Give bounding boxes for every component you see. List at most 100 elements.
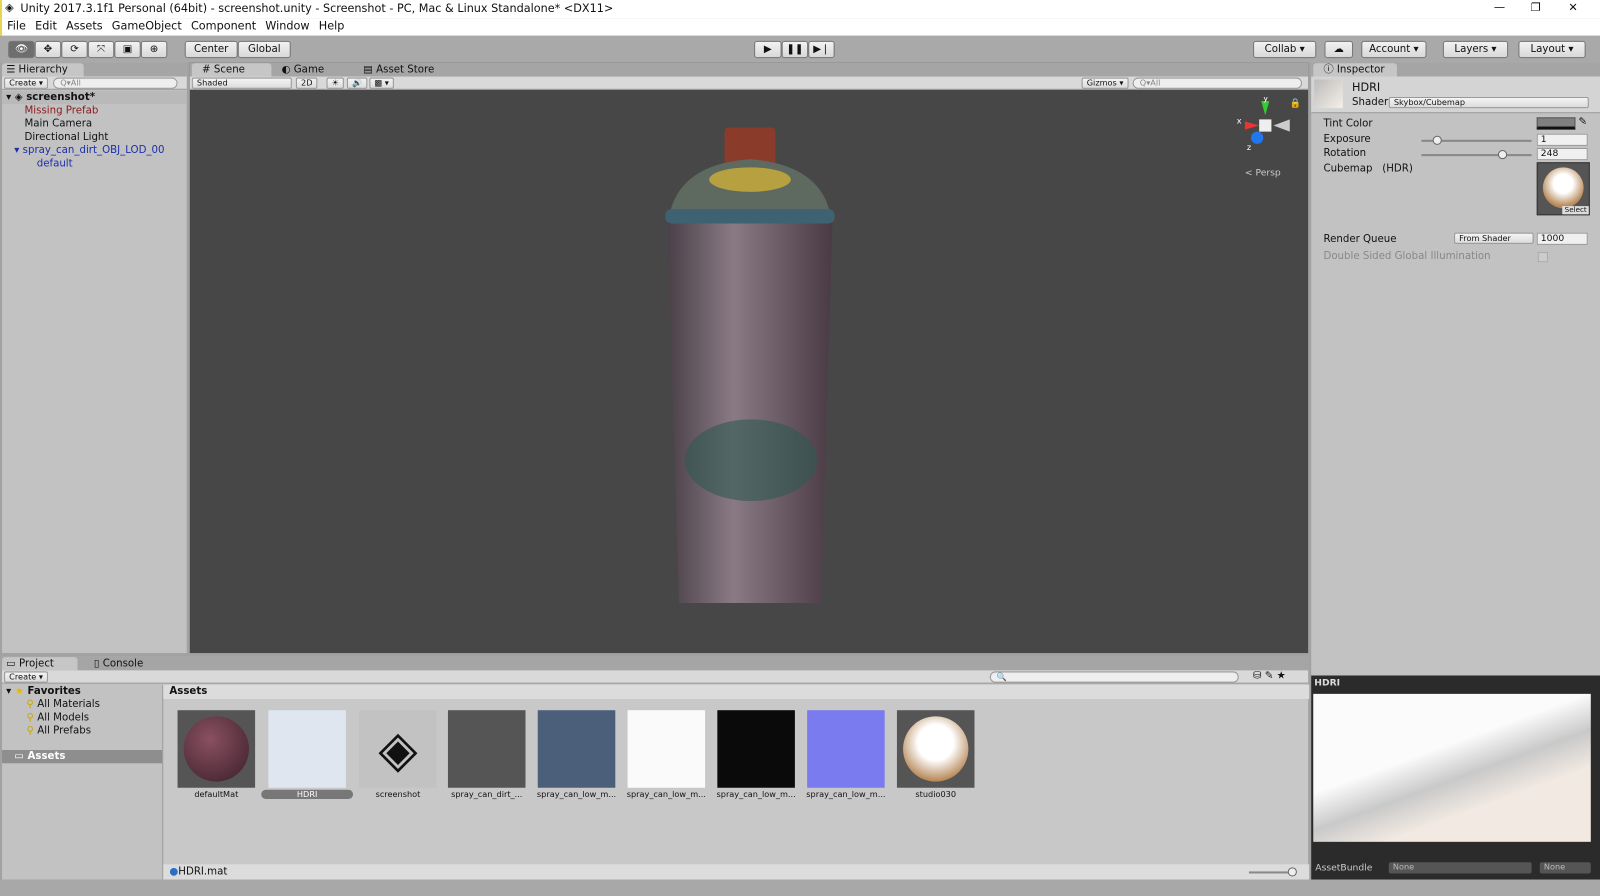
render-queue-field[interactable]: 1000 xyxy=(1536,232,1588,245)
asset-thumbnail[interactable] xyxy=(447,710,526,788)
menu-edit[interactable]: Edit xyxy=(30,18,61,32)
asset-thumbnail[interactable] xyxy=(537,710,616,788)
rect-tool-button[interactable]: ▣ xyxy=(114,40,141,59)
lighting-toggle[interactable]: ☀ xyxy=(326,77,345,89)
cloud-icon[interactable]: ☁ xyxy=(1324,40,1354,59)
maximize-button[interactable]: ❐ xyxy=(1531,1,1541,14)
asset-label[interactable]: spray_can_low_m... xyxy=(531,790,623,799)
pivot-center-button[interactable]: Center xyxy=(184,40,238,59)
tab-project[interactable]: ▭ Project xyxy=(2,657,78,671)
material-icon: ● xyxy=(169,866,179,878)
favorite-item[interactable]: ⚲ All Models xyxy=(27,711,90,724)
effects-dropdown[interactable]: ▩ ▾ xyxy=(369,77,395,89)
cubemap-slot[interactable]: Select xyxy=(1536,162,1590,216)
filter-type-icon[interactable]: ⛁ ✎ ★ xyxy=(1253,670,1286,681)
2d-toggle[interactable]: 2D xyxy=(295,77,318,89)
asset-breadcrumb[interactable]: Assets xyxy=(163,684,1310,699)
thumbnail-size-knob[interactable] xyxy=(1287,867,1297,877)
transform-tool-button[interactable]: ⊕ xyxy=(140,40,168,59)
hierarchy-item[interactable]: Main Camera xyxy=(24,117,92,130)
exposure-field[interactable]: 1 xyxy=(1536,133,1588,146)
scene-tabbar: # Scene ◐ Game ▤ Asset Store xyxy=(189,62,1309,77)
dsgi-checkbox[interactable] xyxy=(1537,252,1548,263)
tab-asset-store[interactable]: ▤ Asset Store xyxy=(353,63,444,76)
rotation-field[interactable]: 248 xyxy=(1536,147,1588,161)
account-dropdown[interactable]: Account ▾ xyxy=(1361,40,1427,59)
asset-label[interactable]: defaultMat xyxy=(170,790,262,799)
exposure-slider-knob[interactable] xyxy=(1432,135,1442,145)
layout-dropdown[interactable]: Layout ▾ xyxy=(1518,40,1586,59)
rotate-tool-button[interactable]: ⟳ xyxy=(61,40,88,59)
tab-hierarchy[interactable]: ☰ Hierarchy xyxy=(2,63,84,77)
tab-game[interactable]: ◐ Game xyxy=(271,63,334,76)
pivot-global-button[interactable]: Global xyxy=(237,40,291,59)
shading-mode-dropdown[interactable]: Shaded xyxy=(191,77,292,89)
thumbnail-size-slider[interactable] xyxy=(1248,867,1297,877)
asset-label[interactable]: HDRI xyxy=(261,789,354,799)
asset-label[interactable]: studio030 xyxy=(890,790,982,799)
collab-button[interactable]: Collab ▾ xyxy=(1253,40,1317,59)
minimize-button[interactable]: — xyxy=(1494,1,1505,14)
pause-button[interactable]: ❚❚ xyxy=(781,40,809,59)
favorite-item[interactable]: ⚲ All Materials xyxy=(27,698,100,711)
tab-console[interactable]: ▯ Console xyxy=(84,657,154,670)
hierarchy-item[interactable]: default xyxy=(37,157,73,170)
move-tool-button[interactable]: ✥ xyxy=(34,40,62,59)
assetbundle-dropdown[interactable]: None xyxy=(1388,862,1532,874)
tint-color-swatch[interactable] xyxy=(1536,117,1576,130)
close-button[interactable]: ✕ xyxy=(1568,1,1577,14)
asset-thumbnail[interactable] xyxy=(627,710,706,788)
assetbundle-variant-dropdown[interactable]: None xyxy=(1539,862,1591,874)
eyedropper-icon[interactable]: ✎ xyxy=(1579,116,1588,127)
menu-file[interactable]: File xyxy=(2,18,30,32)
audio-toggle[interactable]: 🔊 xyxy=(346,77,368,89)
asset-thumbnail[interactable] xyxy=(807,710,885,788)
menu-component[interactable]: Component xyxy=(186,18,260,32)
play-button[interactable]: ▶ xyxy=(754,40,782,59)
menu-window[interactable]: Window xyxy=(260,18,313,32)
hierarchy-item[interactable]: Directional Light xyxy=(24,131,108,144)
scene-root-row[interactable]: ▾ ◈ screenshot* xyxy=(2,90,187,105)
shader-dropdown[interactable]: Skybox/Cubemap xyxy=(1388,96,1589,109)
menu-assets[interactable]: Assets xyxy=(61,18,107,32)
lock-icon[interactable]: 🔒 xyxy=(1290,99,1301,109)
hierarchy-search-input[interactable]: Q▾All xyxy=(53,77,178,89)
project-search-input[interactable]: 🔍 xyxy=(989,671,1239,683)
favorite-item[interactable]: ⚲ All Prefabs xyxy=(27,724,91,737)
favorites-row[interactable]: ▾ ★ Favorites xyxy=(6,685,81,698)
asset-label[interactable]: spray_can_low_m... xyxy=(800,790,892,799)
asset-thumbnail[interactable] xyxy=(896,710,975,788)
scene-search-input[interactable]: Q▾All xyxy=(1132,77,1303,89)
exposure-slider[interactable] xyxy=(1421,135,1532,145)
menu-help[interactable]: Help xyxy=(314,18,349,32)
scale-tool-button[interactable]: ⤧ xyxy=(87,40,115,59)
asset-thumbnail[interactable]: ◈ xyxy=(359,710,437,788)
rotation-slider-knob[interactable] xyxy=(1497,149,1507,160)
view-tool-button[interactable]: 👁 xyxy=(8,40,35,59)
layers-dropdown[interactable]: Layers ▾ xyxy=(1442,40,1509,59)
render-queue-dropdown[interactable]: From Shader xyxy=(1454,232,1534,244)
gizmos-dropdown[interactable]: Gizmos ▾ xyxy=(1081,77,1129,89)
step-button[interactable]: ▶❘ xyxy=(808,40,835,59)
assets-folder-row[interactable]: ▭ Assets xyxy=(2,749,163,764)
hierarchy-create-button[interactable]: Create ▾ xyxy=(4,77,49,89)
preview-image[interactable] xyxy=(1313,693,1591,842)
asset-label[interactable]: screenshot xyxy=(352,790,444,799)
asset-thumbnail[interactable] xyxy=(268,710,346,788)
asset-thumbnail[interactable] xyxy=(717,710,795,788)
projection-toggle[interactable]: < Persp xyxy=(1245,168,1281,178)
rotation-slider[interactable] xyxy=(1421,149,1532,160)
material-name: HDRI xyxy=(1352,80,1381,94)
project-create-button[interactable]: Create ▾ xyxy=(4,671,49,683)
asset-thumbnail[interactable] xyxy=(177,710,256,788)
asset-label[interactable]: spray_can_low_m... xyxy=(620,790,712,799)
hierarchy-item[interactable]: ▾ spray_can_dirt_OBJ_LOD_00 xyxy=(14,144,164,157)
cubemap-select-button[interactable]: Select xyxy=(1562,206,1589,215)
tab-scene[interactable]: # Scene xyxy=(191,63,272,77)
scene-orientation-gizmo[interactable]: y x z xyxy=(1237,97,1298,158)
tab-inspector[interactable]: ⓘ Inspector xyxy=(1313,63,1397,77)
hierarchy-item[interactable]: Missing Prefab xyxy=(24,104,98,117)
asset-label[interactable]: spray_can_dirt_... xyxy=(441,790,533,799)
asset-label[interactable]: spray_can_low_m... xyxy=(710,790,802,799)
menu-gameobject[interactable]: GameObject xyxy=(107,18,186,32)
